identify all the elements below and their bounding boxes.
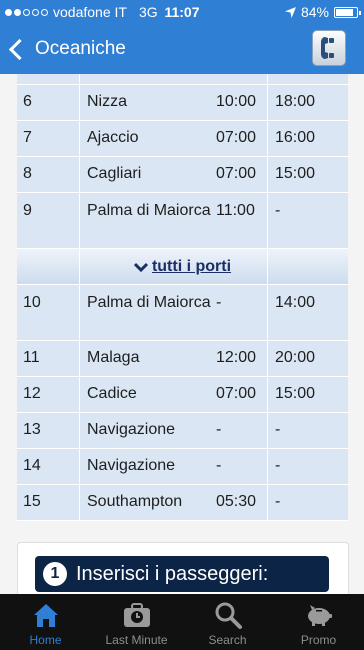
stop-number: 12 <box>23 385 41 402</box>
status-bar: vodafone IT 3G 11:07 84% <box>0 0 364 24</box>
stop-number: 9 <box>23 202 32 219</box>
port-name: Navigazione <box>87 457 176 474</box>
tab-label: Last Minute <box>105 633 168 647</box>
table-row: 6 Nizza 10:00 18:00 <box>17 85 348 121</box>
battery-percentage: 84% <box>300 4 329 20</box>
port-name: Malaga <box>87 349 140 366</box>
port-name: Palma di Maiorca <box>87 294 211 311</box>
battery-icon <box>334 6 361 18</box>
passenger-header[interactable]: 1 Inserisci i passeggeri: <box>35 556 329 592</box>
port-name: Cagliari <box>87 165 142 182</box>
table-row: 11 Malaga 12:00 20:00 <box>17 341 348 377</box>
stop-number: 6 <box>23 93 32 110</box>
itinerary-content[interactable]: 6 Nizza 10:00 18:00 7 Ajaccio 07:00 16:0… <box>0 74 364 594</box>
stop-number: 8 <box>23 165 32 182</box>
arrival-time: - <box>216 457 222 474</box>
passenger-card: 1 Inserisci i passeggeri: <box>17 542 349 594</box>
arrival-time: - <box>216 421 222 438</box>
tab-last-minute[interactable]: Last Minute <box>91 594 182 650</box>
table-row: 9 Palma di Maiorca 11:00 - <box>17 193 348 249</box>
port-name: Cadice <box>87 385 137 402</box>
departure-time: - <box>275 457 281 474</box>
tab-search[interactable]: Search <box>182 594 273 650</box>
departure-time: 20:00 <box>275 349 316 366</box>
port-name: Southampton <box>87 493 183 510</box>
search-icon <box>215 602 242 629</box>
stop-number: 7 <box>23 129 32 146</box>
passenger-title: Inserisci i passeggeri: <box>76 562 269 585</box>
table-row: 7 Ajaccio 07:00 16:00 <box>17 121 348 157</box>
tab-promo[interactable]: Promo <box>273 594 364 650</box>
stop-number: 14 <box>23 457 41 474</box>
back-button[interactable]: Oceaniche <box>8 24 126 74</box>
phone-icon <box>321 37 334 59</box>
arrival-time: 07:00 <box>216 385 257 402</box>
port-name: Ajaccio <box>87 129 139 146</box>
all-ports-link[interactable]: tutti i porti <box>133 257 232 276</box>
carrier-name: vodafone IT <box>53 4 127 20</box>
port-name: Nizza <box>87 93 128 110</box>
network-type: 3G <box>138 4 158 20</box>
table-row: 12 Cadice 07:00 15:00 <box>17 377 348 413</box>
tab-home[interactable]: Home <box>0 594 91 650</box>
signal-strength-icon <box>5 8 48 16</box>
tab-label: Promo <box>300 633 337 647</box>
table-row-partial <box>17 74 348 85</box>
column-divider <box>267 74 268 521</box>
location-arrow-icon <box>284 6 296 18</box>
table-row: 10 Palma di Maiorca - 14:00 <box>17 285 348 341</box>
suitcase-clock-icon <box>123 603 150 627</box>
arrival-time: - <box>216 294 222 311</box>
battery-fill <box>336 8 353 16</box>
back-label: Oceaniche <box>35 38 126 59</box>
table-row: 14 Navigazione - - <box>17 449 348 485</box>
all-ports-toggle[interactable]: tutti i porti <box>17 249 348 285</box>
navigation-bar: Oceaniche <box>0 24 364 74</box>
arrival-time: 07:00 <box>216 129 257 146</box>
departure-time: - <box>275 493 281 510</box>
status-right: 84% <box>284 0 361 24</box>
departure-time: 14:00 <box>275 294 316 311</box>
port-name: Palma di Maiorca <box>87 202 211 219</box>
home-icon <box>33 604 58 627</box>
all-ports-label: tutti i porti <box>151 257 232 275</box>
table-row: 13 Navigazione - - <box>17 413 348 449</box>
column-divider <box>79 74 80 521</box>
departure-time: 15:00 <box>275 165 316 182</box>
departure-time: 15:00 <box>275 385 316 402</box>
tab-label: Home <box>29 633 62 647</box>
piggy-bank-icon <box>307 605 332 626</box>
table-row: 15 Southampton 05:30 - <box>17 485 348 521</box>
stop-number: 11 <box>23 349 40 366</box>
step-number-badge: 1 <box>43 562 67 586</box>
arrival-time: 11:00 <box>216 202 255 219</box>
arrival-time: 07:00 <box>216 165 257 182</box>
departure-time: - <box>275 202 281 219</box>
departure-time: 18:00 <box>275 93 316 110</box>
table-row: 8 Cagliari 07:00 15:00 <box>17 157 348 193</box>
departure-time: - <box>275 421 281 438</box>
chevron-down-icon <box>133 262 148 272</box>
stop-number: 13 <box>23 421 41 438</box>
arrival-time: 10:00 <box>216 93 257 110</box>
arrival-time: 12:00 <box>216 349 257 366</box>
itinerary-table: 6 Nizza 10:00 18:00 7 Ajaccio 07:00 16:0… <box>17 74 348 521</box>
tab-bar: Home Last Minute Search Promo <box>0 594 364 650</box>
phone-button[interactable] <box>312 30 346 66</box>
back-chevron-icon <box>8 38 31 60</box>
stop-number: 15 <box>23 493 41 510</box>
port-name: Navigazione <box>87 421 176 438</box>
stop-number: 10 <box>23 294 41 311</box>
tab-label: Search <box>208 633 247 647</box>
arrival-time: 05:30 <box>216 493 257 510</box>
departure-time: 16:00 <box>275 129 316 146</box>
